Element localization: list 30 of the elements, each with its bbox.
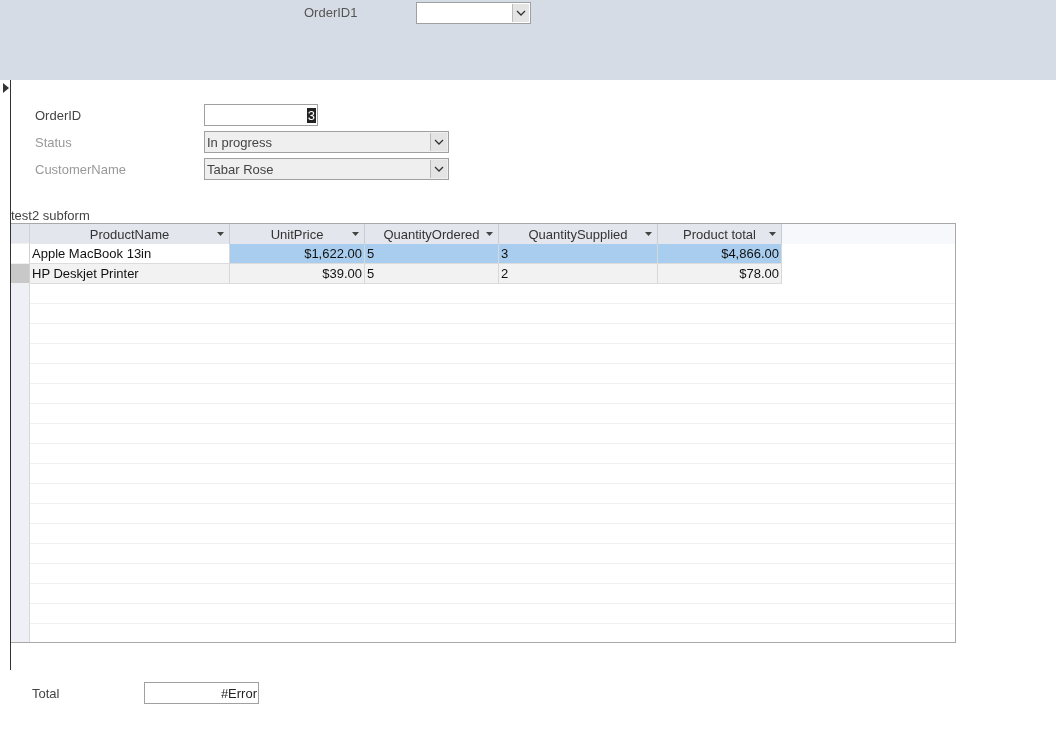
table-cell: 3 (499, 244, 658, 264)
table-cell: HP Deskjet Printer (30, 264, 230, 284)
record-pointer-icon (2, 83, 10, 93)
table-cell: 2 (499, 264, 658, 284)
table-cell: 5 (365, 264, 499, 284)
field-label: Total (32, 685, 61, 701)
dropdown-arrow-icon[interactable] (645, 232, 652, 236)
dropdown-arrow-icon[interactable] (217, 232, 224, 236)
table-cell: Apple MacBook 13in (30, 244, 230, 264)
caret-icon[interactable] (512, 4, 529, 22)
field-label: Status (35, 134, 73, 150)
column-header[interactable]: QuantitySupplied (499, 224, 658, 244)
column-header[interactable]: UnitPrice (230, 224, 365, 244)
dropdown-arrow-icon[interactable] (352, 232, 359, 236)
column-header[interactable]: ProductName (30, 224, 230, 244)
table-cell: $78.00 (658, 264, 782, 284)
subform-label: test2 subform (11, 208, 91, 223)
table-cell: $4,866.00 (658, 244, 782, 264)
table-cell: $1,622.00 (230, 244, 365, 264)
field-label: CustomerName (35, 161, 128, 177)
table-cell: $39.00 (230, 264, 365, 284)
text-field[interactable]: 3 (204, 104, 318, 126)
field-label: OrderID1 (304, 5, 359, 20)
dropdown-arrow-icon[interactable] (486, 232, 493, 236)
dropdown-arrow-icon[interactable] (769, 232, 776, 236)
column-header[interactable]: Product total (658, 224, 782, 244)
table-cell: 5 (365, 244, 499, 264)
column-header[interactable]: QuantityOrdered (365, 224, 499, 244)
field-label: OrderID (35, 107, 83, 123)
total-field[interactable]: #Error (144, 682, 259, 704)
